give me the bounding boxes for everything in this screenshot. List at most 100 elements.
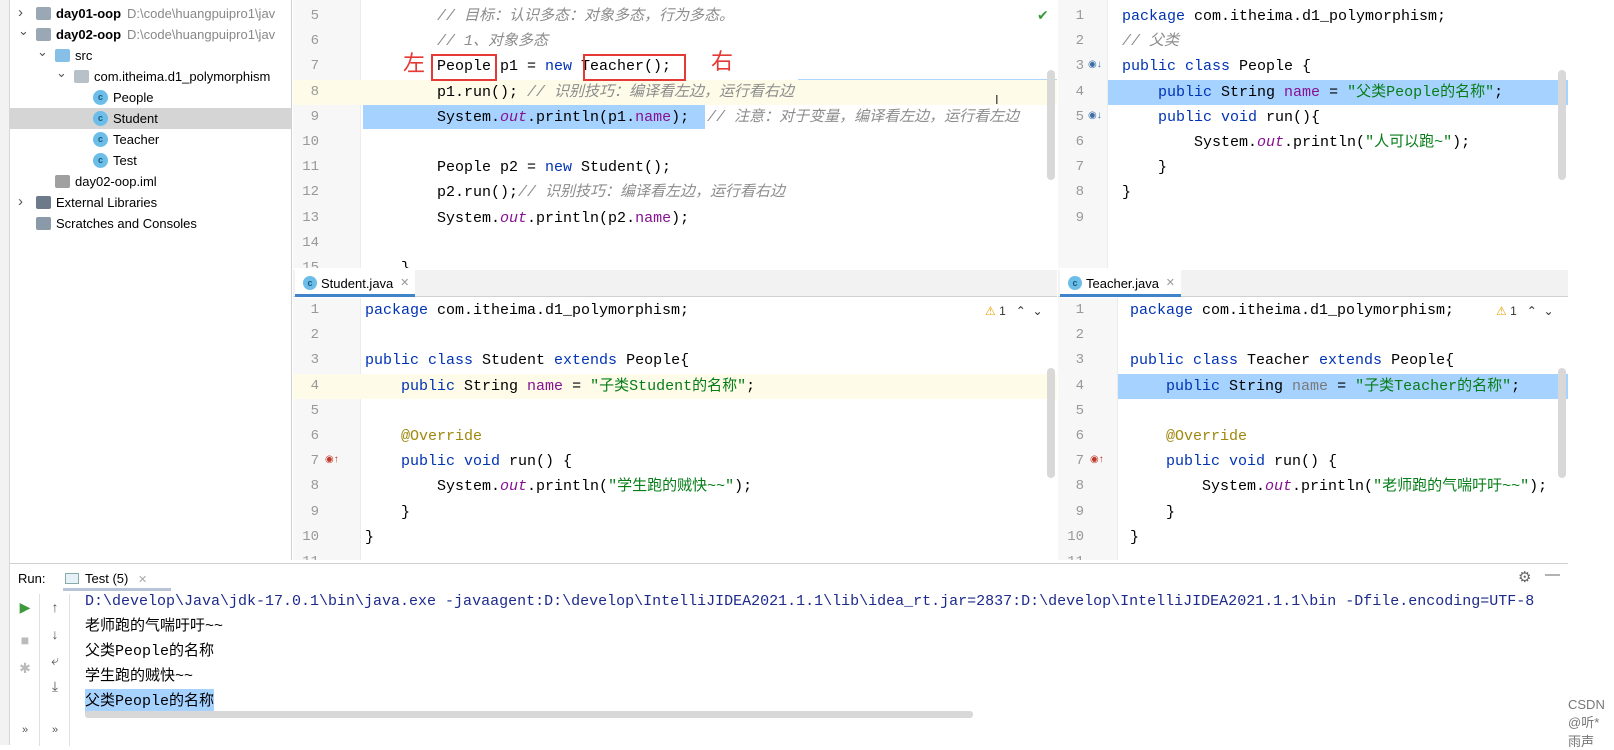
code-line[interactable]: 11 People p2 = new Student();	[293, 155, 1057, 180]
chevron-down-icon[interactable]: ⌄	[37, 41, 48, 62]
settings-gear-icon[interactable]: ⚙	[1518, 568, 1531, 586]
close-icon[interactable]: ✕	[400, 270, 409, 297]
code-line[interactable]: 1 package com.itheima.d1_polymorphism;	[1058, 298, 1568, 323]
code-line[interactable]: 6 @Override	[1058, 424, 1568, 449]
editor-student-java[interactable]: 1 package com.itheima.d1_polymorphism; 2 3 p…	[293, 298, 1057, 560]
tree-item-test[interactable]: c Test	[10, 150, 291, 171]
code-line[interactable]: 15 }	[293, 256, 1057, 268]
code-line[interactable]: 11	[1058, 550, 1568, 560]
editor-teacher-java[interactable]: 1 package com.itheima.d1_polymorphism; 2 3 p…	[1058, 298, 1568, 560]
code-line[interactable]: 2	[293, 323, 1057, 348]
no-problems-check-icon[interactable]: ✔	[1037, 7, 1049, 24]
close-icon[interactable]: ✕	[138, 574, 147, 586]
more-icon[interactable]: »	[14, 724, 36, 736]
stop-icon[interactable]: ■	[14, 632, 36, 648]
tree-item-com-itheima-d1-polymorphism[interactable]: ⌄ com.itheima.d1_polymorphism	[10, 65, 291, 87]
vertical-scrollbar[interactable]	[1047, 70, 1055, 180]
tree-label-text: day02-oop	[56, 27, 122, 42]
tree-item-people[interactable]: c People	[10, 87, 291, 108]
code-line[interactable]: 9 }	[1058, 500, 1568, 525]
tree-item-student[interactable]: c Student	[10, 108, 291, 129]
code-line[interactable]: 14	[293, 231, 1057, 256]
horizontal-scrollbar[interactable]	[85, 711, 973, 718]
overrides-method-icon[interactable]: ◉↑	[325, 454, 339, 465]
code-line[interactable]: 13 System.out.println(p2.name);	[293, 206, 1057, 231]
tree-item-day01-oop[interactable]: › day01-oop D:\code\huangpuipro1\jav	[10, 3, 291, 24]
code-line[interactable]: 2 // 父类	[1058, 29, 1568, 54]
debug-icon[interactable]: ✱	[14, 660, 36, 677]
editor-people-java[interactable]: 1 package com.itheima.d1_polymorphism; 2 //…	[1058, 0, 1568, 268]
tab-student-java[interactable]: c Student.java ✕	[295, 270, 416, 297]
console-line[interactable]: 父类People的名称	[85, 639, 214, 664]
code-line[interactable]: 9 }	[293, 500, 1057, 525]
code-line[interactable]: 5 public void run(){	[1058, 105, 1568, 130]
code-token: }	[365, 528, 375, 546]
console-line[interactable]: D:\develop\Java\jdk-17.0.1\bin\java.exe …	[85, 589, 1534, 614]
warning-indicator[interactable]: ⚠ 1 ⌃ ⌄	[1496, 304, 1554, 318]
scroll-up-icon[interactable]: ↑	[44, 599, 66, 615]
code-line[interactable]: 6 @Override	[293, 424, 1057, 449]
overridden-method-icon[interactable]: ◉↓	[1088, 110, 1102, 121]
tree-item-external-libraries[interactable]: › External Libraries	[10, 192, 291, 213]
code-line[interactable]: 8}	[1058, 180, 1568, 205]
code-line[interactable]: 12 p2.run();// 识别技巧：编译看左边，运行看右边	[293, 180, 1057, 205]
code-line[interactable]: 10	[293, 130, 1057, 155]
close-icon[interactable]: ✕	[1166, 270, 1175, 297]
vertical-scrollbar[interactable]	[1558, 368, 1566, 478]
scroll-to-end-icon[interactable]: ⤓	[44, 678, 66, 695]
rerun-icon[interactable]: ▶	[14, 599, 36, 616]
chevron-down-icon[interactable]: ⌄	[18, 20, 29, 41]
code-line[interactable]: 10}	[1058, 525, 1568, 550]
code-line[interactable]: 3 public class Student extends People{	[293, 348, 1057, 373]
code-line[interactable]: 8 System.out.println("老师跑的气喘吁吁~~");	[1058, 474, 1568, 499]
code-line[interactable]: 7 public void run() {	[293, 449, 1057, 474]
code-line[interactable]: 7 }	[1058, 155, 1568, 180]
tree-item-scratches-and-consoles[interactable]: Scratches and Consoles	[10, 213, 291, 234]
code-line[interactable]: 4 public String name = "父类People的名称";	[1076, 79, 1568, 105]
code-line[interactable]: 4 public String name = "子类Teacher的名称";	[1076, 373, 1568, 399]
code-line[interactable]: 1 package com.itheima.d1_polymorphism;	[293, 298, 1057, 323]
code-line[interactable]: 5	[293, 399, 1057, 424]
code-line[interactable]: 1 package com.itheima.d1_polymorphism;	[1058, 4, 1568, 29]
console-line[interactable]: 老师跑的气喘吁吁~~	[85, 614, 223, 639]
code-line[interactable]: 9 System.out.println(p1.name); // 注意：对于变…	[293, 105, 1057, 130]
tree-item-label: day02-oop.iml	[75, 171, 157, 192]
vertical-scrollbar[interactable]	[1047, 368, 1055, 478]
scroll-down-icon[interactable]: ↓	[44, 626, 66, 642]
tab-teacher-java[interactable]: c Teacher.java ✕	[1060, 270, 1181, 297]
more-icon[interactable]: »	[44, 724, 66, 736]
editor-test-java[interactable]: 5 // 目标：认识多态：对象多态，行为多态。 6 // 1、对象多态 7 Peop…	[293, 0, 1057, 268]
soft-wrap-icon[interactable]: ⤶	[44, 652, 66, 669]
code-line[interactable]: 6 System.out.println("人可以跑~");	[1058, 130, 1568, 155]
tree-item-src[interactable]: ⌄ src	[10, 44, 291, 66]
vertical-scrollbar[interactable]	[1558, 70, 1566, 180]
tree-item-teacher[interactable]: c Teacher	[10, 129, 291, 150]
left-tool-window-bar[interactable]	[0, 0, 10, 745]
code-line[interactable]: 5	[1058, 399, 1568, 424]
code-line[interactable]: 8 p1.run(); // 识别技巧：编译看左边，运行看右边	[293, 79, 1057, 105]
code-token: // 注意：对于变量，编译看左边，运行看左边	[707, 108, 1020, 126]
run-tab-test[interactable]: Test (5) ✕	[63, 567, 171, 591]
tree-item-day02-oop-iml[interactable]: day02-oop.iml	[10, 171, 291, 192]
code-line[interactable]: 11	[293, 550, 1057, 560]
overrides-method-icon[interactable]: ◉↑	[1090, 454, 1104, 465]
code-token: out	[500, 108, 528, 126]
code-line[interactable]: 3 public class Teacher extends People{	[1058, 348, 1568, 373]
code-line[interactable]: 10}	[293, 525, 1057, 550]
code-line[interactable]: 5 // 目标：认识多态：对象多态，行为多态。	[293, 4, 1057, 29]
overridden-method-icon[interactable]: ◉↓	[1088, 59, 1102, 70]
minimize-icon[interactable]: —	[1545, 566, 1560, 583]
chevron-right-icon[interactable]: ›	[18, 191, 23, 212]
code-token: @Override	[1166, 428, 1248, 445]
chevron-down-icon[interactable]: ⌄	[56, 62, 67, 83]
warning-indicator[interactable]: ⚠ 1 ⌃ ⌄	[985, 304, 1043, 318]
code-line[interactable]: 3 public class People {	[1058, 54, 1568, 79]
code-line[interactable]: 4 public String name = "子类Student的名称";	[293, 373, 1057, 399]
code-line[interactable]: 2	[1058, 323, 1568, 348]
console-line[interactable]: 学生跑的贼快~~	[85, 664, 193, 689]
code-line[interactable]: 8 System.out.println("学生跑的贼快~~");	[293, 474, 1057, 499]
code-line[interactable]: 7 public void run() {	[1058, 449, 1568, 474]
tree-item-day02-oop[interactable]: ⌄ day02-oop D:\code\huangpuipro1\jav	[10, 23, 291, 45]
code-line[interactable]: 9	[1058, 206, 1568, 231]
tab-label: Student.java	[321, 276, 394, 291]
